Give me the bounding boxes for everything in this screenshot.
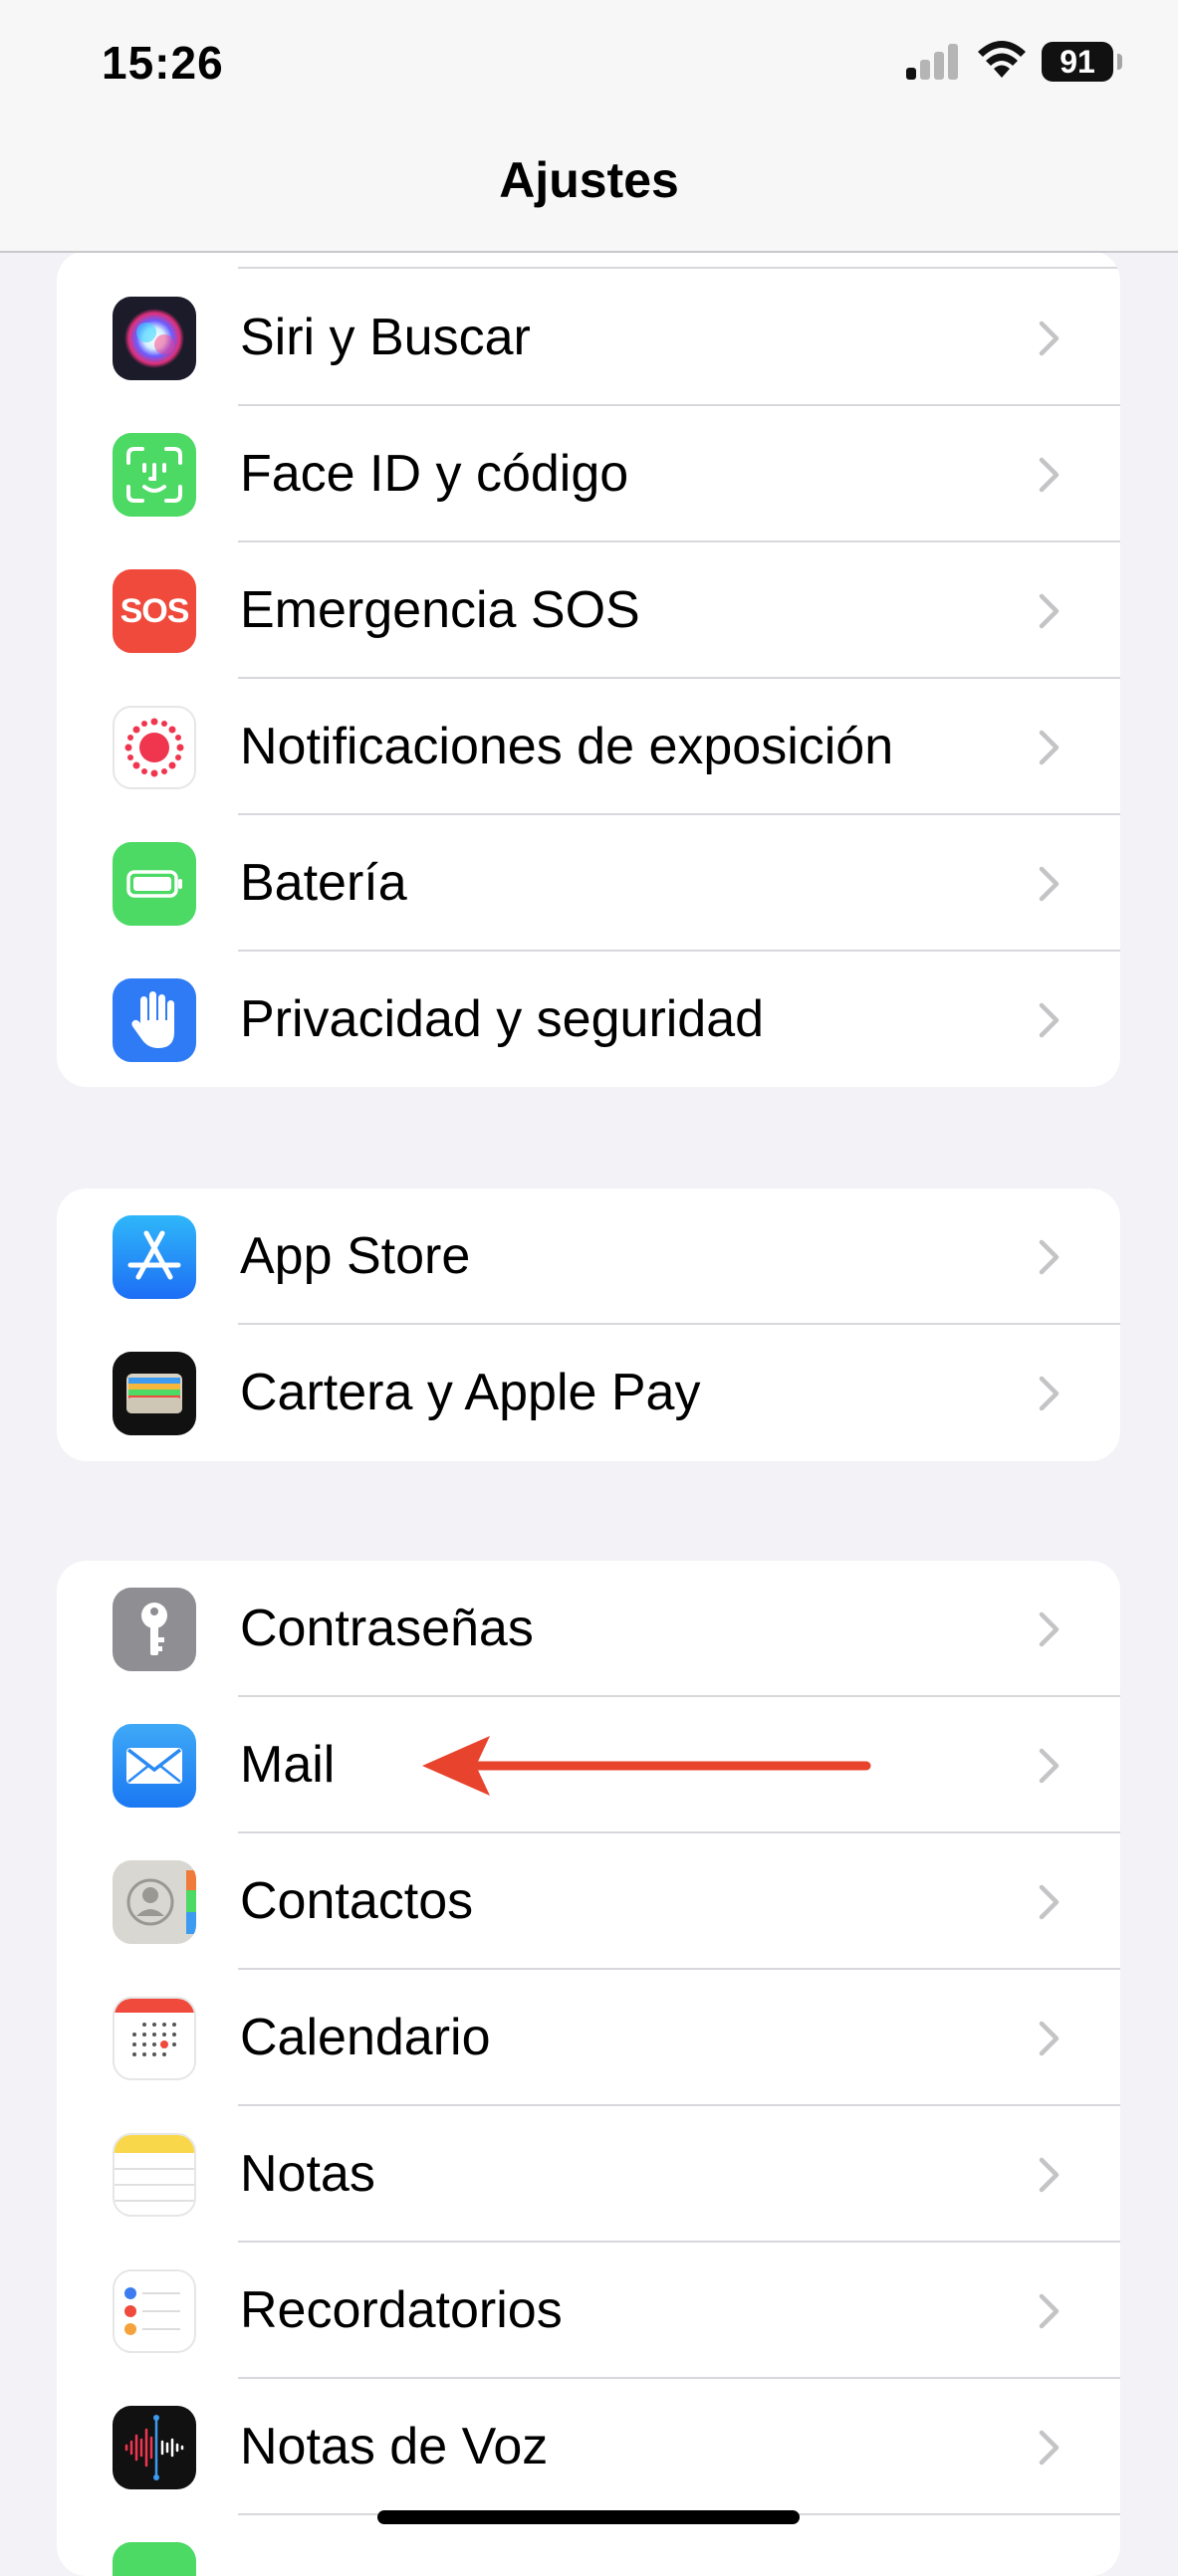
cellular-signal-icon <box>906 44 962 80</box>
top-bar: 15:26 91 Ajustes <box>0 0 1178 253</box>
chevron-right-icon <box>1039 1239 1060 1275</box>
hand-icon <box>113 978 196 1062</box>
settings-row-label: Face ID y código <box>240 445 629 503</box>
settings-row-emergency-sos[interactable]: SOS Emergencia SOS <box>57 542 1120 679</box>
settings-row-label: Notificaciones de exposición <box>240 718 894 775</box>
settings-row-notes[interactable]: Notas <box>57 2106 1120 2243</box>
settings-row-wallet[interactable]: Cartera y Apple Pay <box>57 1325 1120 1461</box>
home-indicator[interactable] <box>377 2510 800 2524</box>
settings-row-passwords[interactable]: Contraseñas <box>57 1561 1120 1697</box>
chevron-right-icon <box>1039 2157 1060 2193</box>
settings-row-reminders[interactable]: Recordatorios <box>57 2243 1120 2379</box>
settings-row-app-store[interactable]: App Store <box>57 1188 1120 1325</box>
reminders-icon <box>113 2269 196 2353</box>
settings-group-apps: Contraseñas Mail Contactos Calendario No… <box>57 1561 1120 2576</box>
chevron-right-icon <box>1039 2430 1060 2466</box>
settings-row-label: Cartera y Apple Pay <box>240 1364 701 1421</box>
settings-row-label: Batería <box>240 854 407 912</box>
siri-icon <box>113 297 196 380</box>
settings-row-label: Notas de Voz <box>240 2418 549 2475</box>
chevron-right-icon <box>1039 1002 1060 1038</box>
chevron-right-icon <box>1039 866 1060 902</box>
settings-row-contacts[interactable]: Contactos <box>57 1833 1120 1970</box>
settings-row-label: App Store <box>240 1227 471 1285</box>
app-store-icon <box>113 1215 196 1299</box>
battery-indicator: 91 <box>1042 42 1122 82</box>
settings-row-privacy[interactable]: Privacidad y seguridad <box>57 952 1120 1087</box>
chevron-right-icon <box>1039 321 1060 356</box>
chevron-right-icon <box>1039 2021 1060 2056</box>
sos-icon: SOS <box>113 569 196 653</box>
settings-row-face-id[interactable]: Face ID y código <box>57 406 1120 542</box>
settings-row-voice-memos[interactable]: Notas de Voz <box>57 2379 1120 2515</box>
settings-row-label: Siri y Buscar <box>240 309 531 366</box>
chevron-right-icon <box>1039 1748 1060 1784</box>
settings-row-label: Calendario <box>240 2009 491 2066</box>
chevron-right-icon <box>1039 1884 1060 1920</box>
voice-memos-icon <box>113 2406 196 2489</box>
status-time: 15:26 <box>102 37 224 89</box>
notes-icon <box>113 2133 196 2217</box>
face-id-icon <box>113 433 196 517</box>
wallet-icon <box>113 1352 196 1435</box>
key-icon <box>113 1588 196 1671</box>
settings-row-battery[interactable]: Batería <box>57 815 1120 952</box>
calendar-icon <box>113 1997 196 2080</box>
settings-row-partial[interactable] <box>57 2515 1120 2576</box>
settings-row-label: Notas <box>240 2145 375 2203</box>
settings-group-system: Siri y Buscar Face ID y código SOS Emerg… <box>57 251 1120 1087</box>
chevron-right-icon <box>1039 593 1060 629</box>
mail-icon <box>113 1724 196 1808</box>
wifi-icon <box>978 41 1026 78</box>
contacts-icon <box>113 1860 196 1944</box>
partial-app-icon <box>113 2542 196 2576</box>
settings-row-label: Privacidad y seguridad <box>240 990 765 1048</box>
settings-row-label: Mail <box>240 1736 336 1794</box>
settings-row-label: Contactos <box>240 1872 474 1930</box>
page-title: Ajustes <box>499 152 679 208</box>
settings-row-label: Recordatorios <box>240 2281 563 2339</box>
chevron-right-icon <box>1039 457 1060 493</box>
settings-group-store: App Store Cartera y Apple Pay <box>57 1188 1120 1461</box>
chevron-right-icon <box>1039 730 1060 765</box>
chevron-right-icon <box>1039 1376 1060 1411</box>
settings-row-label: Contraseñas <box>240 1600 534 1657</box>
exposure-icon <box>113 706 196 789</box>
chevron-right-icon <box>1039 2293 1060 2329</box>
chevron-right-icon <box>1039 1611 1060 1647</box>
battery-icon <box>113 842 196 926</box>
settings-row-label: Emergencia SOS <box>240 581 640 639</box>
settings-row-siri[interactable]: Siri y Buscar <box>57 270 1120 406</box>
annotation-arrow-icon <box>422 1736 871 1796</box>
settings-row-exposure-notifications[interactable]: Notificaciones de exposición <box>57 679 1120 815</box>
settings-row-calendar[interactable]: Calendario <box>57 1970 1120 2106</box>
